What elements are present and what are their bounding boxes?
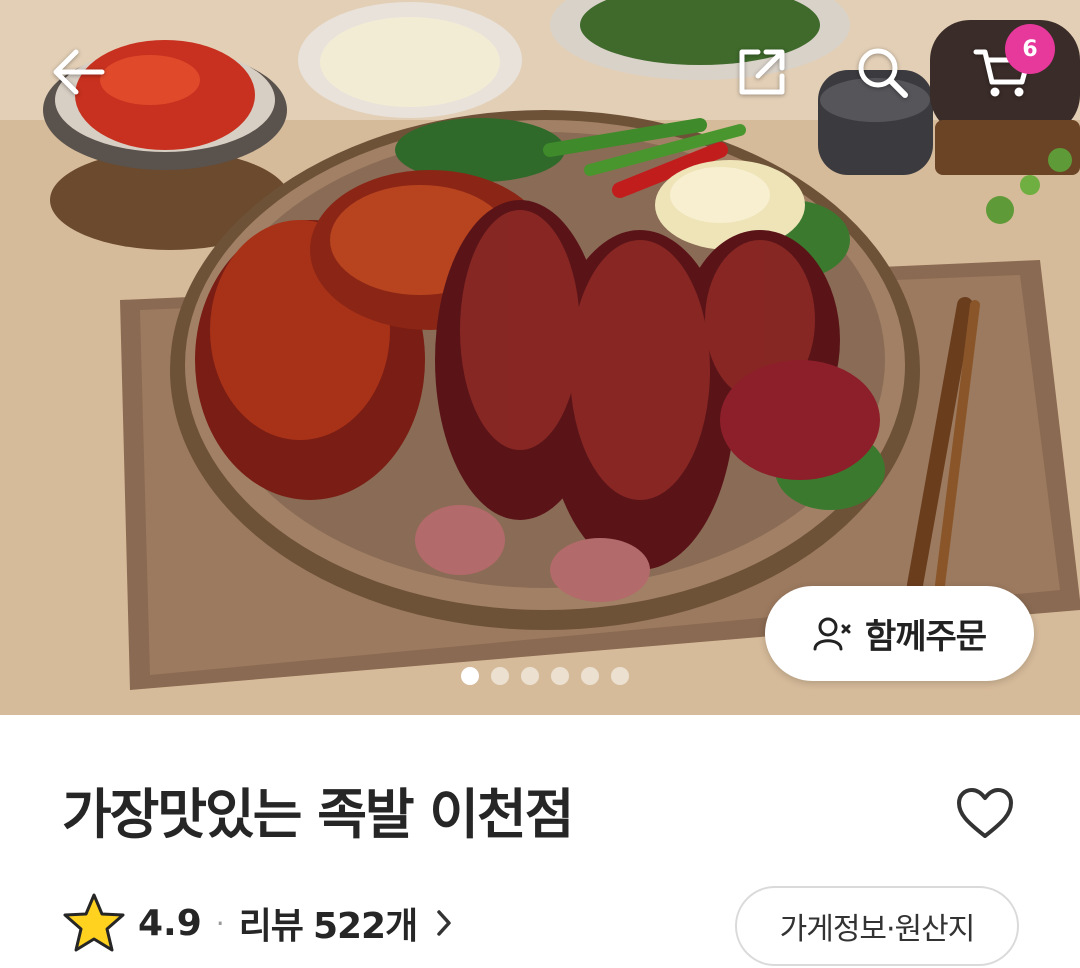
search-button[interactable] [842,32,922,112]
review-count: 522개 [312,906,418,947]
back-button[interactable] [38,32,118,112]
share-icon [739,49,785,95]
carousel-dot[interactable] [491,667,509,685]
star-icon [63,893,125,952]
store-name: 가장맛있는 족발 이천점 [62,783,574,846]
chevron-right-icon [437,910,451,936]
reviews-link[interactable]: 리뷰 522개 [239,897,454,949]
search-icon [858,48,908,98]
carousel-dot[interactable] [521,667,539,685]
carousel-dot[interactable] [551,667,569,685]
carousel-dot[interactable] [611,667,629,685]
arrow-left-icon [53,49,105,95]
carousel-indicator [461,667,629,685]
store-info-label: 가게정보·원산지 [779,912,976,947]
hero-image[interactable]: 6 함께주문 [0,0,1080,715]
carousel-dot[interactable] [461,667,479,685]
group-order-button[interactable]: 함께주문 [765,586,1034,681]
heart-icon [957,788,1013,838]
review-label: 리뷰 [238,906,304,947]
favorite-button[interactable] [950,778,1020,848]
rating-value: 4.9 [138,902,202,944]
share-button[interactable] [722,32,802,112]
carousel-dot[interactable] [581,667,599,685]
person-add-icon [813,617,851,650]
separator-dot: · [215,906,225,940]
rating-row: 4.9 · 리뷰 522개 [62,890,453,956]
cart-count-badge: 6 [1005,24,1055,74]
group-order-label: 함께주문 [864,617,987,657]
store-info-button[interactable]: 가게정보·원산지 [735,886,1019,966]
